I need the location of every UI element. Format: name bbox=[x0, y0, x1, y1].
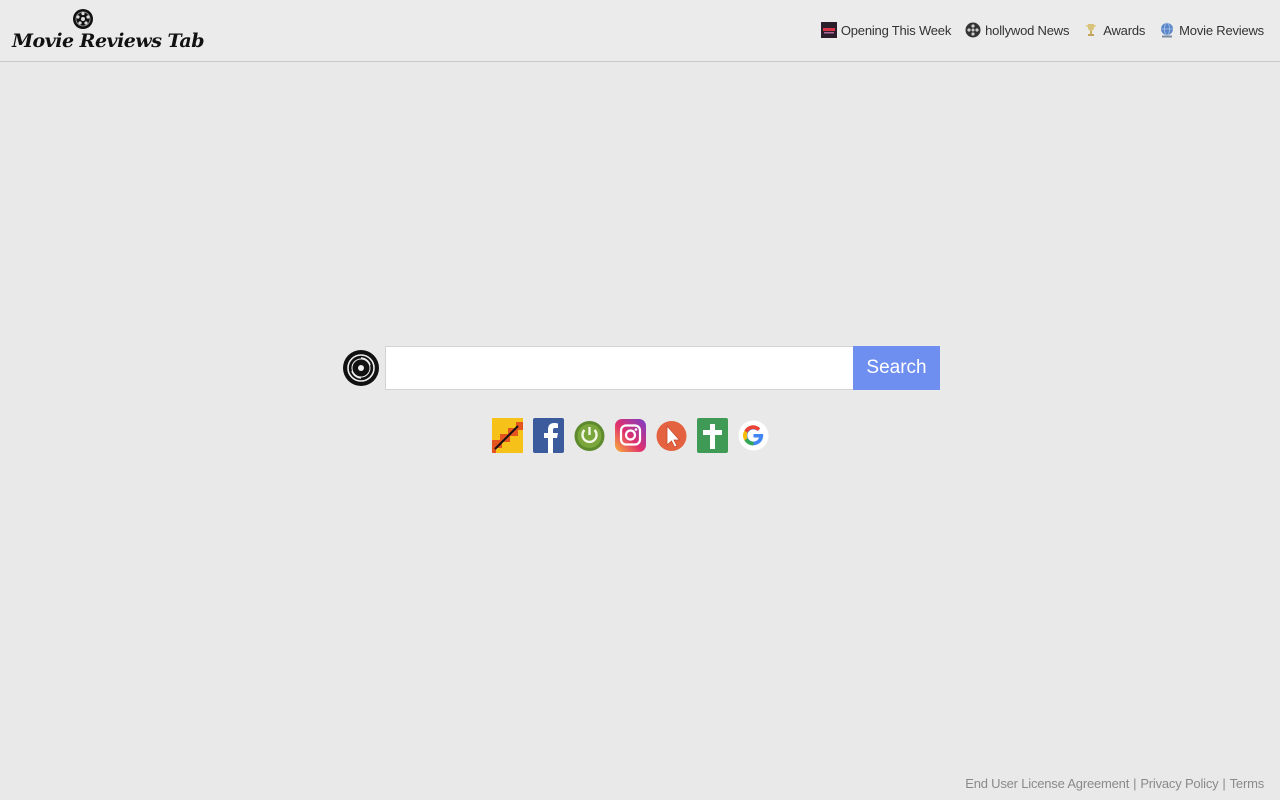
search-input[interactable] bbox=[385, 346, 854, 390]
cross-icon[interactable] bbox=[697, 416, 728, 453]
facebook-icon[interactable] bbox=[533, 416, 564, 453]
nav-hollywod-news[interactable]: hollywod News bbox=[965, 22, 1069, 38]
logo-text: Movie Reviews Tab bbox=[12, 30, 204, 52]
separator: | bbox=[1133, 776, 1137, 791]
film-ticket-icon bbox=[820, 22, 837, 38]
film-reel-logo-icon bbox=[73, 9, 93, 29]
film-reel-icon bbox=[343, 350, 379, 386]
nav-label: hollywod News bbox=[985, 22, 1070, 38]
film-reel-icon bbox=[965, 22, 981, 38]
nav-awards[interactable]: Awards bbox=[1083, 22, 1145, 38]
globe-icon bbox=[1161, 22, 1174, 38]
top-nav: Opening This Week hollywod News Awards M… bbox=[820, 20, 1264, 40]
terms-link[interactable]: Terms bbox=[1230, 776, 1265, 791]
nav-opening-this-week[interactable]: Opening This Week bbox=[820, 22, 952, 38]
nav-movie-reviews[interactable]: Movie Reviews bbox=[1159, 22, 1264, 38]
power-icon[interactable] bbox=[574, 416, 605, 453]
nav-label: Awards bbox=[1103, 22, 1146, 38]
search-bar: Search bbox=[342, 346, 940, 390]
instagram-icon[interactable] bbox=[615, 416, 646, 453]
shortcut-bar bbox=[492, 416, 769, 454]
eula-link[interactable]: End User License Agreement bbox=[965, 776, 1129, 791]
nav-label: Opening This Week bbox=[840, 22, 952, 38]
cursor-icon[interactable] bbox=[656, 416, 687, 453]
search-button[interactable]: Search bbox=[853, 346, 940, 390]
google-icon[interactable] bbox=[738, 416, 769, 453]
privacy-policy-link[interactable]: Privacy Policy bbox=[1140, 776, 1218, 791]
logo[interactable]: Movie Reviews Tab bbox=[12, 8, 204, 56]
header-bar: Movie Reviews Tab Opening This Week holl… bbox=[0, 0, 1280, 62]
separator: | bbox=[1222, 776, 1226, 791]
footer-links: End User License Agreement | Privacy Pol… bbox=[965, 776, 1264, 791]
nav-label: Movie Reviews bbox=[1179, 22, 1264, 38]
staircase-app-icon[interactable] bbox=[492, 416, 523, 453]
trophy-icon bbox=[1086, 24, 1097, 36]
